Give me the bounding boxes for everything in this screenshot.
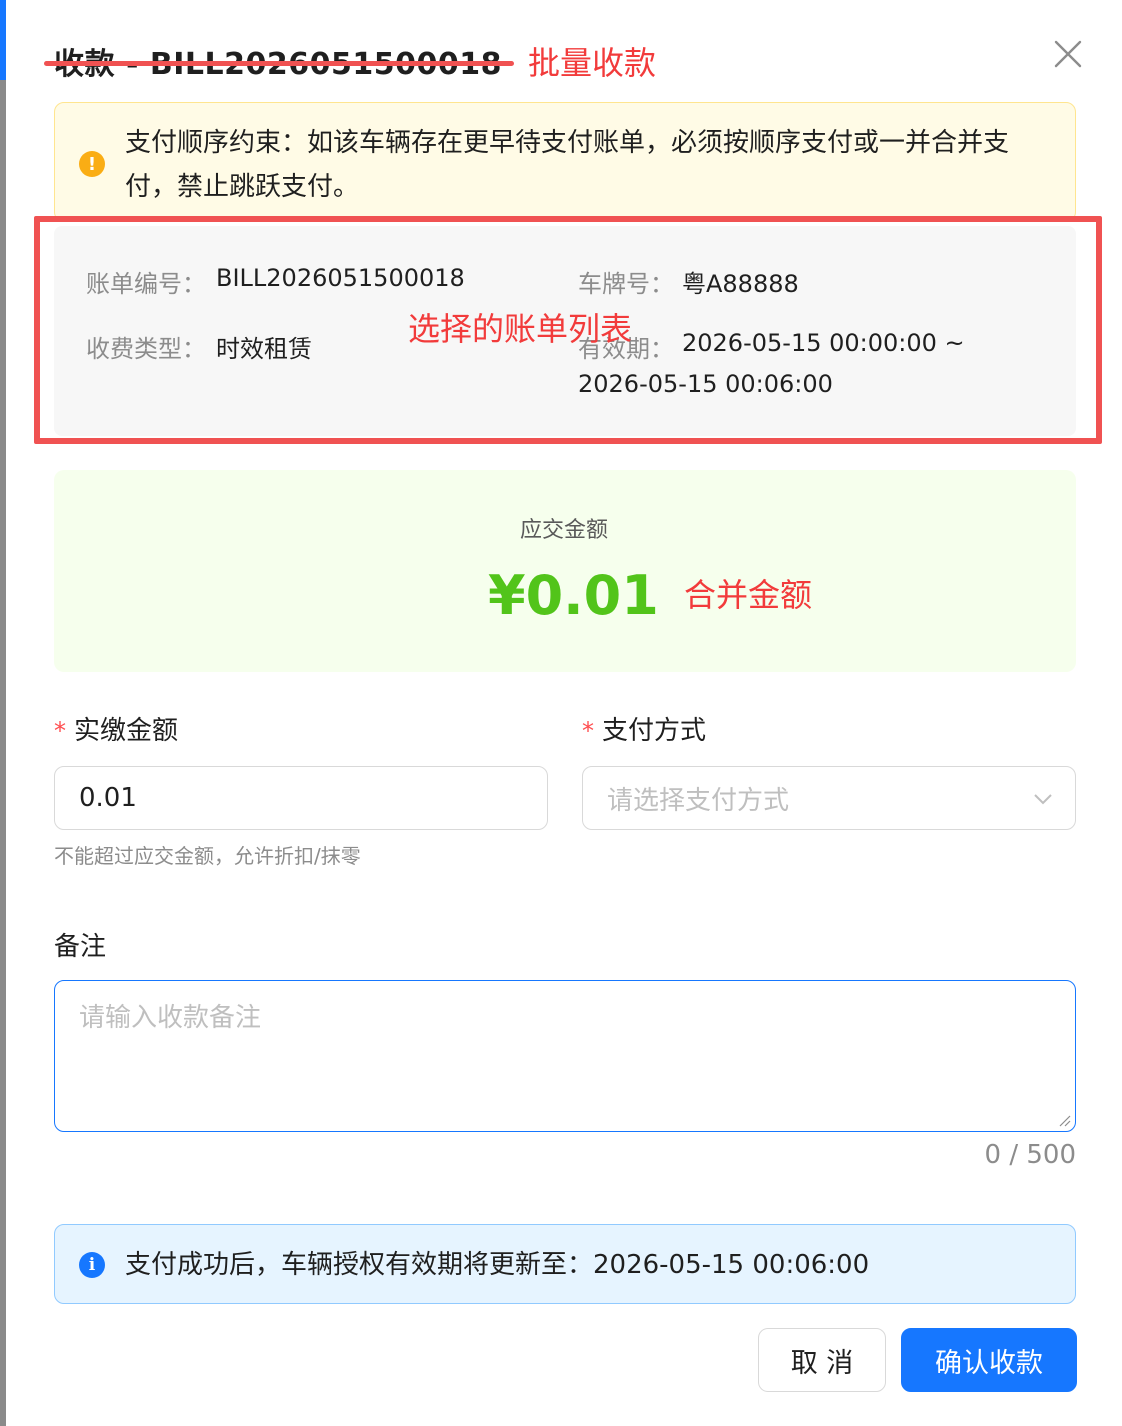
required-mark: * <box>54 717 66 745</box>
resize-handle-icon[interactable] <box>1057 1113 1071 1127</box>
info-icon: i <box>79 1252 105 1278</box>
bill-no-value: BILL2026051500018 <box>216 264 465 292</box>
remark-char-counter: 0 / 500 <box>984 1140 1076 1170</box>
paid-amount-input[interactable]: 0.01 <box>54 766 548 830</box>
warning-text: 支付顺序约束：如该车辆存在更早待支付账单，必须按顺序支付或一并合并支付，禁止跳跃… <box>125 128 1010 202</box>
payment-method-label: * 支付方式 <box>582 710 706 747</box>
title-annotation: 批量收款 <box>527 44 656 82</box>
close-icon <box>1054 40 1082 68</box>
chevron-down-icon <box>1034 794 1052 805</box>
dialog-header: 收款 - BILL2026051500018 批量收款 <box>44 36 656 86</box>
cancel-button[interactable]: 取 消 <box>758 1328 886 1392</box>
remark-label: 备注 <box>54 932 107 962</box>
merged-amount-annotation: 合并金额 <box>684 576 813 614</box>
paid-amount-hint: 不能超过应交金额，允许折扣/抹零 <box>54 844 361 868</box>
exclamation-icon: ! <box>79 151 105 177</box>
bill-no-label: 账单编号： <box>86 270 206 298</box>
payment-method-placeholder: 请选择支付方式 <box>607 785 790 816</box>
fee-type-value: 时效租赁 <box>216 335 312 363</box>
fee-type-label: 收费类型： <box>86 335 206 363</box>
validity-update-info: i 支付成功后，车辆授权有效期将更新至：2026-05-15 00:06:00 <box>54 1224 1076 1304</box>
validity-start: 2026-05-15 00:00:00 ~ <box>682 329 965 357</box>
plate-label: 车牌号： <box>578 270 674 298</box>
amount-due-card: 应交金额 ¥0.01 合并金额 <box>54 470 1076 672</box>
remark-placeholder: 请输入收款备注 <box>79 1003 262 1033</box>
amount-due-label: 应交金额 <box>519 518 608 543</box>
required-mark: * <box>582 717 594 745</box>
payment-order-warning: ! 支付顺序约束：如该车辆存在更早待支付账单，必须按顺序支付或一并合并支付，禁止… <box>54 102 1076 222</box>
confirm-payment-button[interactable]: 确认收款 <box>901 1328 1077 1392</box>
paid-amount-label: * 实缴金额 <box>54 710 178 747</box>
close-button[interactable] <box>1054 40 1082 68</box>
info-text: 支付成功后，车辆授权有效期将更新至：2026-05-15 00:06:00 <box>125 1250 870 1280</box>
plate-value: 粤A88888 <box>682 270 799 298</box>
payment-dialog: 收款 - BILL2026051500018 批量收款 ! 支付顺序约束：如该车… <box>6 0 1122 1426</box>
validity-end: 2026-05-15 00:06:00 <box>578 370 833 398</box>
payment-method-label-text: 支付方式 <box>602 716 707 746</box>
payment-method-select[interactable]: 请选择支付方式 <box>582 766 1076 830</box>
strikethrough-annotation <box>44 61 514 66</box>
remark-textarea[interactable]: 请输入收款备注 <box>54 980 1076 1132</box>
dialog-title: 收款 - BILL2026051500018 <box>44 39 514 83</box>
paid-amount-label-text: 实缴金额 <box>74 716 179 746</box>
paid-amount-value: 0.01 <box>79 783 137 813</box>
amount-due-value: ¥0.01 <box>488 564 659 627</box>
bill-list-annotation: 选择的账单列表 <box>408 310 633 348</box>
